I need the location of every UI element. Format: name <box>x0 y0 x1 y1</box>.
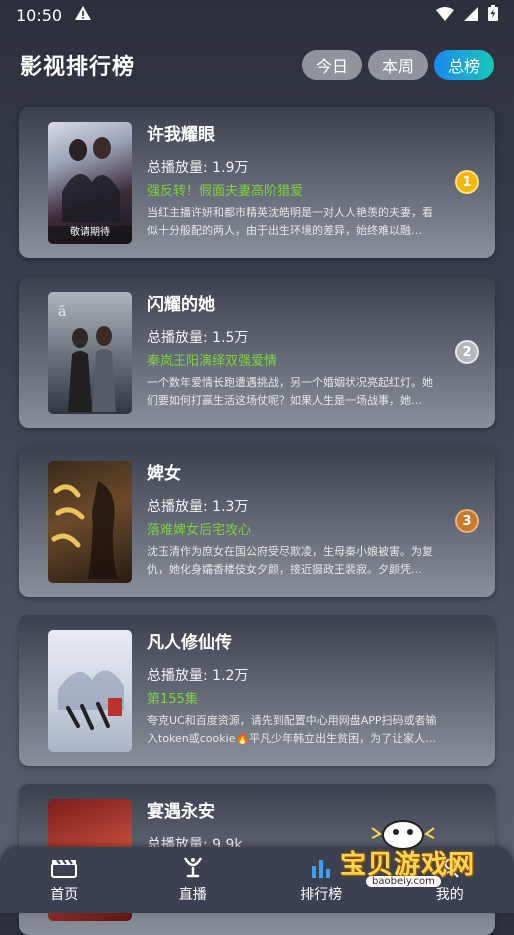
svg-text:ā: ā <box>58 304 66 320</box>
poster-image <box>48 630 132 752</box>
description: 夸克UC和百度资源，请先到配置中心用网盘APP扫码或者输入token或cooki… <box>147 714 437 745</box>
card-body: 许我耀眼 总播放量: 1.9万 强反转！假面夫妻高阶猎爱 当红主播许妍和都市精英… <box>147 122 442 240</box>
card-body: 婢女 总播放量: 1.3万 落难婢女后宅攻心 沈玉清作为庶女在国公府受尽欺凌，生… <box>147 461 442 579</box>
play-count: 总播放量: 1.2万 <box>147 668 249 684</box>
poster-image: 敬请期待 <box>48 122 132 244</box>
tab-today[interactable]: 今日 <box>301 50 362 80</box>
play-count: 总播放量: 1.9万 <box>147 160 249 176</box>
tagline: 秦岚王阳演绎双强爱情 <box>147 354 278 369</box>
wifi-icon <box>436 6 454 25</box>
ranking-card[interactable]: ā 闪耀的她 总播放量: 1.5万 秦岚王阳演绎双强爱情 一个数年爱情长跑遭遇挑… <box>19 277 495 428</box>
description: 沈玉清作为庶女在国公府受尽欺凌，生母秦小娘被害。为复仇，她化身孀香楼伎女夕颜，接… <box>147 545 433 576</box>
ranking-tabs: 今日 本周 总榜 <box>301 50 494 80</box>
ranking-card[interactable]: 敬请期待 许我耀眼 总播放量: 1.9万 强反转！假面夫妻高阶猎爱 当红主播许妍… <box>19 107 495 258</box>
description: 当红主播许妍和都市精英沈皓明是一对人人艳羡的夫妻，看似十分般配的两人，由于出生环… <box>147 206 433 237</box>
signal-icon <box>464 6 478 25</box>
ranking-card[interactable]: 婢女 总播放量: 1.3万 落难婢女后宅攻心 沈玉清作为庶女在国公府受尽欺凌，生… <box>19 446 495 597</box>
warning-icon <box>74 5 92 25</box>
bar-chart-icon <box>310 856 332 878</box>
nav-label: 排行榜 <box>300 887 343 903</box>
tab-week[interactable]: 本周 <box>367 50 428 80</box>
watermark-url: baobeiy.com <box>366 876 441 887</box>
battery-icon <box>488 5 498 25</box>
nav-live[interactable]: 直播 <box>143 856 243 904</box>
nav-label: 直播 <box>178 887 207 903</box>
tab-all-time[interactable]: 总榜 <box>433 50 494 80</box>
status-time: 10:50 <box>16 5 63 25</box>
show-title: 闪耀的她 <box>147 295 215 315</box>
card-body: 闪耀的她 总播放量: 1.5万 秦岚王阳演绎双强爱情 一个数年爱情长跑遭遇挑战，… <box>147 292 442 410</box>
tagline: 强反转！假面夫妻高阶猎爱 <box>147 184 304 199</box>
play-count: 总播放量: 1.5万 <box>147 330 249 346</box>
description: 一个数年爱情长跑遭遇挑战，另一个婚姻状况亮起红灯。她们要如何打赢生活这场仗呢？如… <box>147 376 433 407</box>
tagline: 第155集 <box>147 692 198 707</box>
clapperboard-icon <box>51 856 78 878</box>
card-body: 凡人修仙传 总播放量: 1.2万 第155集 夸克UC和百度资源，请先到配置中心… <box>147 630 442 748</box>
poster-image: ā <box>48 292 132 414</box>
ranking-card[interactable]: 凡人修仙传 总播放量: 1.2万 第155集 夸克UC和百度资源，请先到配置中心… <box>19 615 495 766</box>
show-title: 凡人修仙传 <box>147 633 232 653</box>
watermark: 宝贝游戏网 baobeiy.com <box>338 818 488 888</box>
status-bar: 10:50 <box>0 0 514 30</box>
poster-caption: 敬请期待 <box>70 227 110 238</box>
header: 影视排行榜 今日 本周 总榜 <box>0 42 514 88</box>
play-count: 总播放量: 1.3万 <box>147 499 249 515</box>
rank-badge: 3 <box>455 509 479 533</box>
satellite-dish-icon <box>182 856 204 878</box>
show-title: 婢女 <box>147 464 181 484</box>
nav-label: 首页 <box>50 887 79 903</box>
rank-badge: 1 <box>455 170 479 194</box>
show-title: 许我耀眼 <box>147 125 215 145</box>
tagline: 落难婢女后宅攻心 <box>147 523 252 538</box>
rank-badge: 2 <box>455 340 479 364</box>
page-title: 影视排行榜 <box>20 55 136 80</box>
poster-image <box>48 461 132 583</box>
nav-home[interactable]: 首页 <box>14 856 114 904</box>
